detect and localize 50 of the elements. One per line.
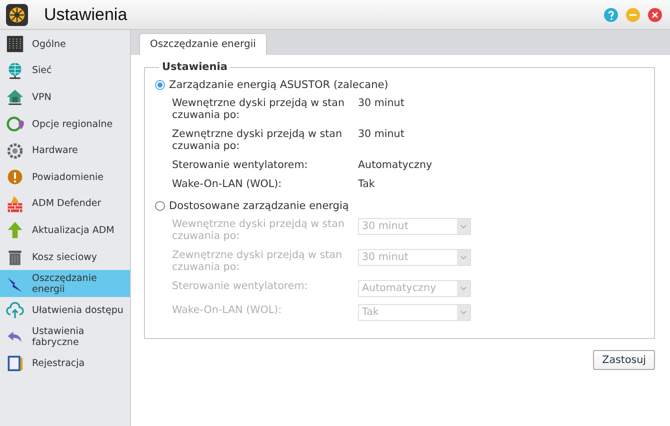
chevron-down-icon [460, 224, 467, 229]
minimize-icon[interactable] [626, 8, 640, 22]
setting-label: Wewnętrzne dyski przejdą w stan czuwania po: [172, 218, 346, 242]
sidebar-item[interactable]: Rejestracja [0, 350, 130, 377]
sidebar-item[interactable]: Ogólne [0, 31, 130, 58]
up-arrow-icon [6, 221, 24, 240]
setting-label: Sterowanie wentylatorem: [172, 159, 309, 171]
setting-value: Automatyczny [358, 159, 432, 171]
sidebar-item[interactable]: Kosz sieciowy [0, 244, 130, 270]
setting-label: Wewnętrzne dyski przejdą w stan czuwania po: [172, 97, 346, 121]
sidebar-item[interactable]: VPN [0, 84, 130, 111]
setting-label: Sterowanie wentylatorem: [172, 280, 309, 292]
gear-icon [6, 142, 24, 160]
house-icon [6, 88, 24, 106]
sidebar-item[interactable]: Oszczędzanie energii [0, 270, 130, 297]
cloud-upload-icon [6, 301, 24, 320]
sidebar-item[interactable]: Opcje regionalne [0, 110, 130, 138]
chevron-down-icon [460, 255, 467, 260]
radio-button[interactable] [155, 80, 165, 90]
trash-icon [6, 248, 24, 266]
sidebar-item[interactable]: ADM Defender [0, 190, 130, 218]
setting-label: Zewnętrzne dyski przejdą w stan czuwania po: [172, 249, 343, 273]
setting-value: 30 minut [358, 97, 404, 109]
firewall-icon [6, 194, 24, 213]
sidebar-item[interactable]: Ustawienia fabryczne [0, 324, 130, 350]
window-title: Ustawienia [44, 4, 128, 24]
group-legend: Ustawienia [159, 61, 230, 73]
chevron-down-icon [460, 286, 467, 291]
radio-label: Zarządzanie energią ASUSTOR (zalecane) [169, 79, 388, 91]
setting-value: 30 minut [358, 128, 404, 140]
sidebar-item[interactable]: Ułatwienia dostępu [0, 296, 130, 324]
clipboard-icon [6, 354, 24, 372]
globe-icon [6, 62, 24, 80]
help-icon[interactable] [604, 8, 618, 22]
tab[interactable]: Oszczędzanie energii [139, 33, 267, 55]
exclamation-icon [6, 168, 24, 186]
radio-label: Dostosowane zarządzanie energią [169, 200, 349, 212]
chevron-down-icon [460, 310, 467, 315]
setting-label: Wake-On-LAN (WOL): [172, 178, 283, 190]
apply-button[interactable]: Zastosuj [593, 350, 655, 370]
wheel-icon [6, 4, 28, 26]
setting-label: Zewnętrzne dyski przejdą w stan czuwania po: [172, 128, 343, 152]
globe-pin-icon [6, 115, 24, 134]
setting-value: Tak [358, 178, 375, 190]
setting-label: Wake-On-LAN (WOL): [172, 304, 283, 316]
sidebar-item[interactable]: Sieć [0, 58, 130, 84]
sidebar-item[interactable]: Hardware [0, 137, 130, 164]
close-icon[interactable] [648, 8, 662, 22]
sidebar-item[interactable]: Aktualizacja ADM [0, 217, 130, 244]
sidebar-item[interactable]: Powiadomienie [0, 164, 130, 191]
